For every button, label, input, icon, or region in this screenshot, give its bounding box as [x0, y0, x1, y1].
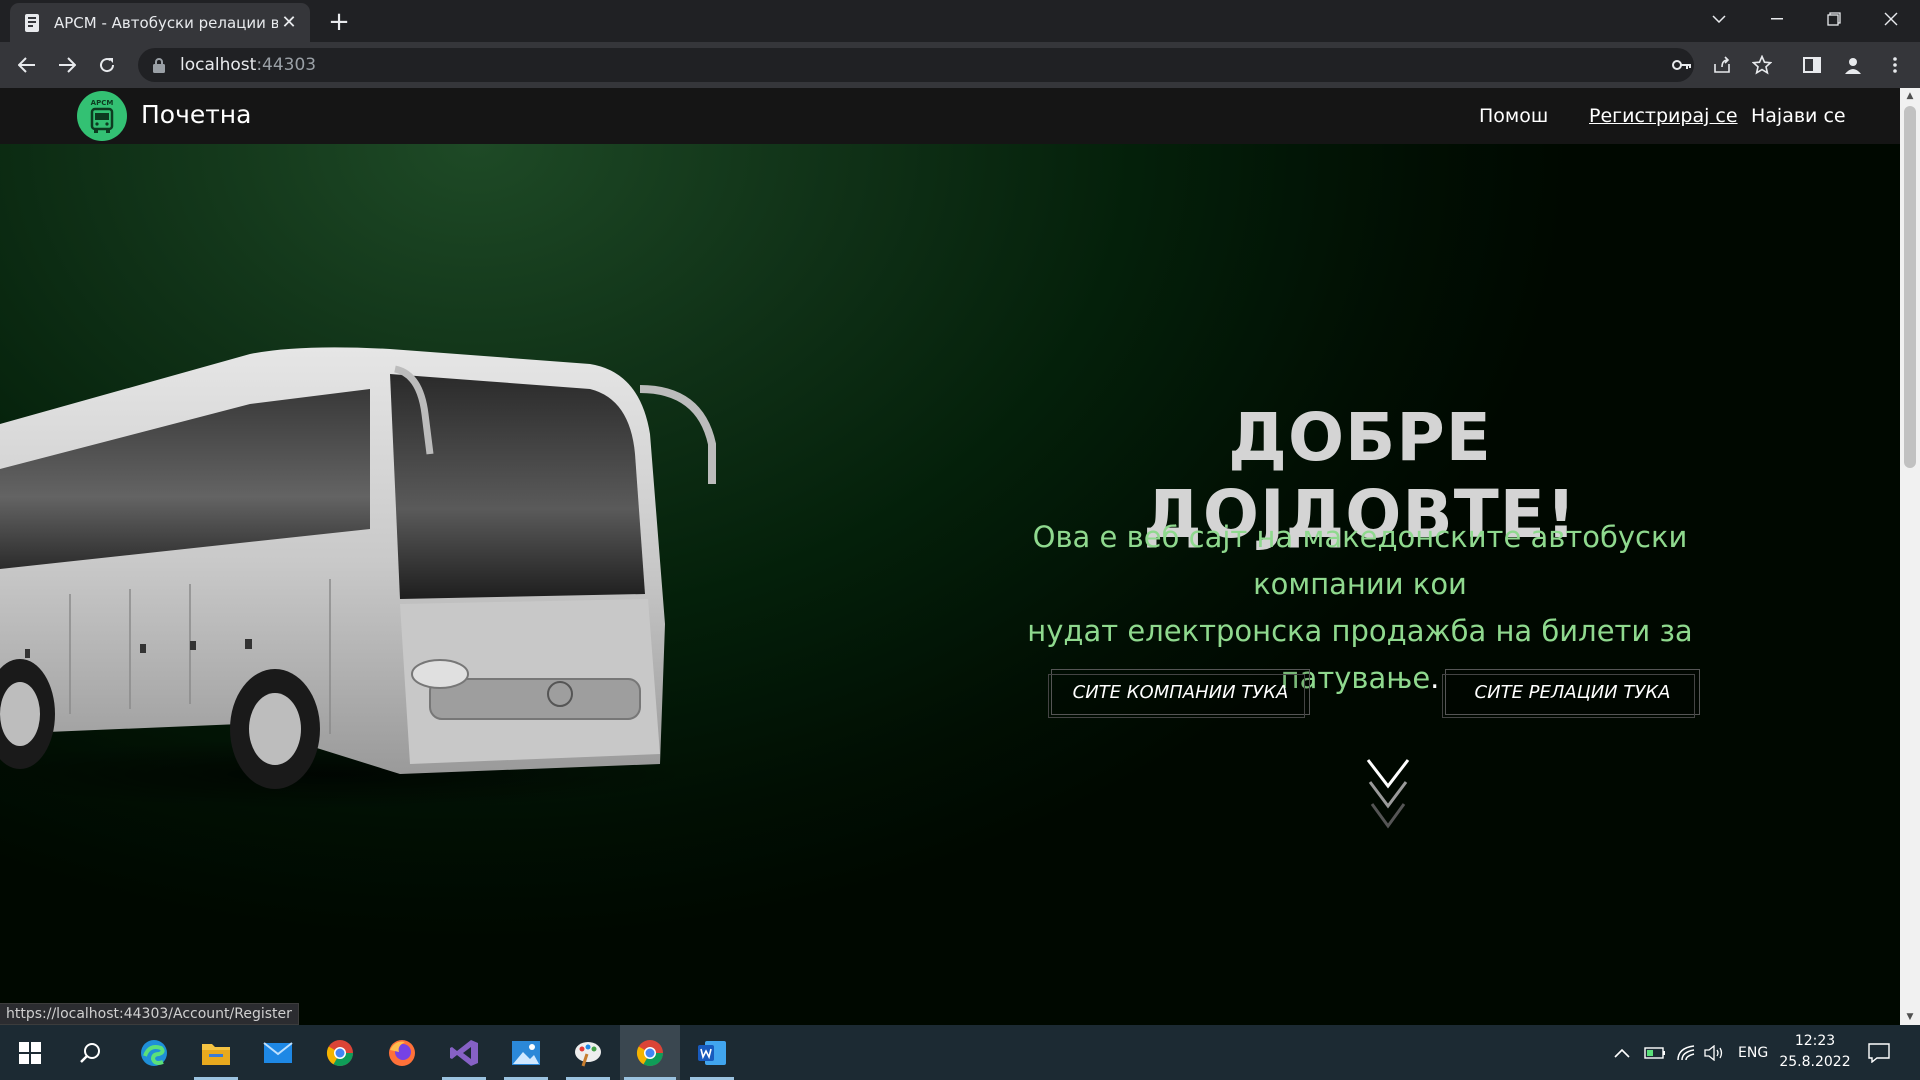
tab-title: АРСМ - Автобуски релации во (: [54, 13, 278, 32]
word-icon[interactable]: [686, 1025, 738, 1080]
url-port: :44303: [256, 55, 317, 75]
clock-date: 25.8.2022: [1779, 1054, 1851, 1070]
clock-time: 12:23: [1794, 1033, 1836, 1049]
nav-register-link[interactable]: Регистрирај се: [1589, 105, 1738, 127]
all-companies-button[interactable]: СИТЕ КОМПАНИИ ТУКА: [1048, 669, 1310, 718]
wifi-icon[interactable]: [1676, 1025, 1696, 1080]
all-routes-button[interactable]: СИТЕ РЕЛАЦИИ ТУКА: [1442, 669, 1700, 718]
page-scrollbar[interactable]: ▲ ▼: [1900, 88, 1920, 1025]
url-host: localhost: [180, 55, 257, 75]
logo-text: АРСМ: [90, 99, 114, 107]
minimize-icon[interactable]: [1748, 0, 1805, 38]
bus-logo-icon: [90, 107, 114, 133]
nav-help-link[interactable]: Помош: [1479, 105, 1548, 127]
file-explorer-icon[interactable]: [190, 1025, 242, 1080]
tab-close-icon[interactable]: ✕: [278, 12, 300, 34]
document-favicon-icon: [25, 13, 39, 32]
web-page: АРСМ Почетна Помош Регистрирај се Најави…: [0, 88, 1900, 1025]
address-bar[interactable]: localhost:44303: [138, 48, 1694, 82]
photos-icon[interactable]: [500, 1025, 552, 1080]
bookmark-star-icon[interactable]: [1747, 50, 1777, 80]
chrome-icon[interactable]: [314, 1025, 366, 1080]
search-icon[interactable]: [64, 1025, 116, 1080]
volume-icon[interactable]: [1704, 1025, 1724, 1080]
chrome-active-icon[interactable]: [620, 1025, 680, 1080]
nav-login-link[interactable]: Најави се: [1751, 105, 1846, 127]
edge-icon[interactable]: [128, 1025, 180, 1080]
clock[interactable]: 12:23 25.8.2022: [1770, 1031, 1860, 1073]
windows-taskbar: ENG 12:23 25.8.2022: [0, 1025, 1920, 1080]
hero-section: ДОБРЕ ДОЈДОВТЕ! Ова е веб сајт на македо…: [0, 144, 1900, 1025]
status-bar-url: https://localhost:44303/Account/Register: [0, 1003, 299, 1025]
firefox-icon[interactable]: [376, 1025, 428, 1080]
language-indicator[interactable]: ENG: [1738, 1025, 1768, 1080]
url-text: localhost:44303: [180, 55, 316, 75]
site-logo[interactable]: АРСМ: [77, 91, 127, 141]
new-tab-icon[interactable]: +: [325, 7, 353, 37]
reload-icon[interactable]: [91, 49, 123, 81]
brand-home-link[interactable]: Почетна: [141, 100, 251, 129]
share-icon[interactable]: [1707, 50, 1737, 80]
close-window-icon[interactable]: [1862, 0, 1919, 38]
mail-icon[interactable]: [252, 1025, 304, 1080]
scroll-down-chevrons-icon[interactable]: [1364, 756, 1412, 830]
password-key-icon[interactable]: [1667, 50, 1697, 80]
menu-kebab-icon[interactable]: [1880, 50, 1910, 80]
browser-tab-strip: АРСМ - Автобуски релации во ( ✕ +: [0, 0, 1920, 42]
restore-icon[interactable]: [1805, 0, 1862, 38]
tab-search-icon[interactable]: [1690, 0, 1747, 38]
forward-icon[interactable]: [51, 49, 83, 81]
scroll-up-arrow-icon[interactable]: ▲: [1905, 91, 1915, 101]
browser-toolbar: localhost:44303: [0, 42, 1920, 88]
lock-icon[interactable]: [152, 57, 166, 73]
scrollbar-thumb[interactable]: [1904, 106, 1916, 468]
browser-tab[interactable]: АРСМ - Автобуски релации во ( ✕: [10, 3, 310, 42]
hero-subtitle-line1: Ова е веб сајт на македонските автобуски…: [1032, 520, 1688, 601]
back-icon[interactable]: [11, 49, 43, 81]
profile-icon[interactable]: [1838, 50, 1868, 80]
scroll-down-arrow-icon[interactable]: ▼: [1905, 1012, 1915, 1022]
side-panel-icon[interactable]: [1797, 50, 1827, 80]
bus-image: [0, 347, 716, 809]
battery-icon[interactable]: [1644, 1025, 1666, 1080]
tray-overflow-icon[interactable]: [1614, 1025, 1630, 1080]
site-navbar: АРСМ Почетна Помош Регистрирај се Најави…: [0, 88, 1900, 144]
notifications-icon[interactable]: [1868, 1025, 1890, 1080]
visual-studio-icon[interactable]: [438, 1025, 490, 1080]
start-icon[interactable]: [4, 1025, 56, 1080]
hero-subtitle-period: .: [1430, 661, 1440, 695]
paint-icon[interactable]: [562, 1025, 614, 1080]
